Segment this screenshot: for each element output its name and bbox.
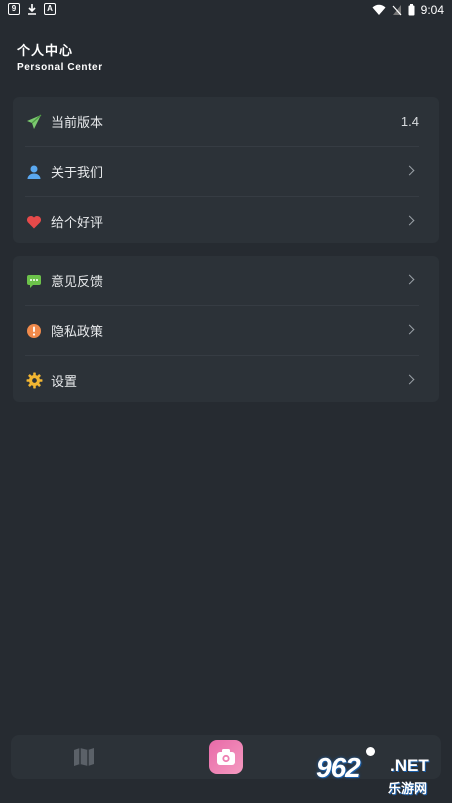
page-title: 个人中心: [17, 44, 74, 59]
gear-icon: [25, 372, 43, 390]
status-time: 9:04: [420, 3, 444, 17]
message-icon: [25, 272, 43, 290]
feedback-row[interactable]: 意见反馈: [25, 256, 419, 306]
chevron-right-icon: [404, 274, 415, 285]
settings-row[interactable]: 设置: [25, 356, 419, 405]
chevron-right-icon: [404, 165, 415, 176]
about-us-row[interactable]: 关于我们: [25, 147, 419, 197]
alert-icon: [25, 322, 43, 340]
app-notification-icon: 9: [8, 3, 20, 15]
signal-off-icon: [392, 5, 402, 16]
info-card: 当前版本 1.4 关于我们 给个好评: [13, 97, 439, 243]
privacy-policy-label: 隐私政策: [51, 325, 104, 340]
user-icon: [25, 163, 43, 181]
status-bar: 9 A 9:04: [0, 0, 452, 20]
battery-icon: [408, 4, 415, 16]
page-header: 个人中心 Personal Center: [17, 40, 103, 73]
watermark-logo: 962 .NET 乐游网: [312, 750, 452, 803]
feedback-label: 意见反馈: [51, 275, 104, 290]
watermark-caption: 乐游网: [388, 782, 428, 797]
paper-plane-icon: [25, 113, 43, 131]
chevron-right-icon: [404, 324, 415, 335]
about-us-label: 关于我们: [51, 166, 104, 181]
version-label: 当前版本: [51, 116, 104, 131]
wifi-icon: [372, 4, 386, 15]
watermark-domain: .NET: [390, 756, 429, 775]
download-icon: [28, 4, 36, 15]
version-row[interactable]: 当前版本 1.4: [25, 97, 419, 147]
chevron-right-icon: [404, 374, 415, 385]
chevron-right-icon: [404, 215, 415, 226]
privacy-policy-row[interactable]: 隐私政策: [25, 306, 419, 356]
camera-icon: [217, 749, 235, 765]
settings-label: 设置: [51, 375, 78, 390]
camera-tab-button[interactable]: [209, 740, 243, 774]
page-subtitle: Personal Center: [17, 62, 103, 73]
watermark-brand: 962: [316, 752, 361, 783]
settings-card: 意见反馈 隐私政策 设置: [13, 256, 439, 402]
a-notification-icon: A: [44, 3, 56, 15]
map-icon[interactable]: [73, 747, 95, 771]
version-value: 1.4: [400, 114, 419, 129]
rate-us-label: 给个好评: [51, 216, 104, 231]
heart-icon: [25, 213, 43, 231]
rate-us-row[interactable]: 给个好评: [25, 197, 419, 246]
